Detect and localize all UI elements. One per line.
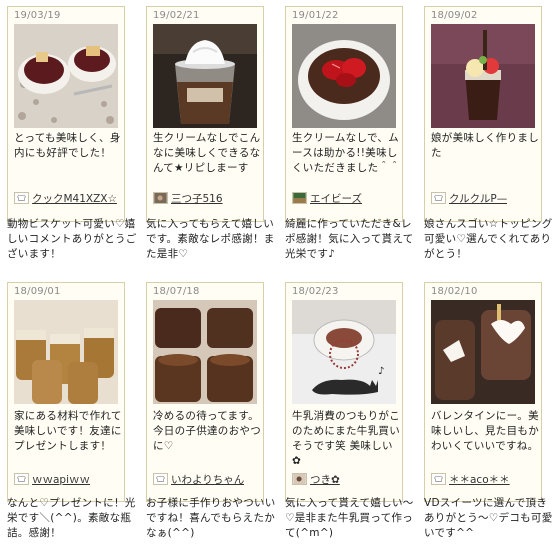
mousse-with-fruit-topping-photo [431, 24, 535, 128]
mousse-with-animal-biscuits-photo [14, 24, 118, 128]
tsukurepo-item: 18/02/10 バレンタインにー。美味しいし、見た目もかわいくていいですね。 … [424, 282, 552, 539]
photo-avatar-icon [292, 192, 307, 204]
author-reply: 綺麗に作っていただき&レポ感謝！気に入って貰えて光栄です♪ [285, 218, 414, 260]
user-name-link[interactable]: エイビーズ [310, 191, 362, 206]
report-photo[interactable] [153, 24, 257, 128]
report-user[interactable]: ＊＊aco＊＊ [431, 471, 539, 487]
report-date: 19/02/21 [153, 10, 200, 21]
svg-text:♪: ♪ [378, 366, 384, 377]
report-user[interactable]: エイビーズ [292, 190, 400, 206]
tsukurepo-card[interactable]: 18/09/02 娘が美味しく作りました クルクルP— [424, 6, 542, 222]
report-comment: 生クリームなしでこんなに美味しくできるなんて★リピしまーす [153, 132, 261, 174]
report-photo[interactable] [431, 24, 535, 128]
report-date: 18/09/01 [14, 286, 61, 297]
photo-avatar-icon [153, 192, 168, 204]
tsukurepo-item: 18/07/18 冷めるの待ってます。今日の子供達のおやつに♡ いわよりちゃん [146, 282, 275, 539]
tsukurepo-card[interactable]: 18/02/23 ♪ 牛乳消費のつもりがこのためにまた牛乳買いそうです笑 美味し… [285, 282, 403, 502]
tsukurepo-item: 19/02/21 生クリームなしでこんなに美味しくできるなんて★リピしまーす 三… [146, 6, 274, 260]
author-reply: 娘さんスゴい☆トッピング可愛い♡選んでくれてありがとう！ [424, 218, 553, 260]
valentine-mousse-cups-photo [431, 300, 535, 404]
tsukurepo-card[interactable]: 19/02/21 生クリームなしでこんなに美味しくできるなんて★リピしまーす 三… [146, 6, 264, 222]
author-reply: なんと♡プレゼントに！光栄です＼(^^)。素敵な瓶詰。感謝！ [7, 497, 136, 539]
tsukurepo-item: 19/03/19 とっても美味しく、身内にも好評でした！ クックM41XZX☆ … [7, 6, 136, 260]
tsukurepo-item: 18/09/02 娘が美味しく作りました クルクルP— 娘さんスゴい☆トッピング… [424, 6, 552, 260]
mousse-with-strawberries-photo [292, 24, 396, 128]
report-photo[interactable]: ♪ [292, 300, 396, 404]
mousse-in-glass-jars-photo [14, 300, 118, 404]
user-name-link[interactable]: いわよりちゃん [171, 472, 244, 487]
report-date: 18/07/18 [153, 286, 200, 297]
author-reply: VDスイーツに選んで頂きありがとう〜♡デコも可愛いです^^ [424, 497, 553, 539]
tsukurepo-item: 18/09/01 家にある材料で作れて美味しいです！友達にプレゼントします！ ｗ… [7, 282, 135, 539]
tsukurepo-grid: 19/03/19 とっても美味しく、身内にも好評でした！ クックM41XZX☆ … [0, 0, 560, 551]
report-date: 19/01/22 [292, 10, 339, 21]
mousse-glass-with-cat-design-photo: ♪ [292, 300, 396, 404]
author-reply: 気に入ってもらえて嬉しいです。素敵なレポ感謝！また是非♡ [146, 218, 275, 260]
report-date: 18/09/02 [431, 10, 478, 21]
report-user[interactable]: クックM41XZX☆ [14, 190, 122, 206]
chef-hat-icon [14, 192, 29, 204]
mousse-in-glass-cups-photo [153, 300, 257, 404]
report-user[interactable]: 三つ子516 [153, 190, 261, 206]
user-name-link[interactable]: クルクルP— [449, 191, 507, 206]
report-date: 18/02/23 [292, 286, 339, 297]
photo-avatar-icon [292, 473, 307, 485]
user-name-link[interactable]: ｗｗapiｗｗ [32, 472, 90, 487]
chef-hat-icon [431, 192, 446, 204]
tsukurepo-card[interactable]: 18/09/01 家にある材料で作れて美味しいです！友達にプレゼントします！ ｗ… [7, 282, 125, 502]
tsukurepo-card[interactable]: 19/03/19 とっても美味しく、身内にも好評でした！ クックM41XZX☆ [7, 6, 125, 222]
user-name-link[interactable]: 三つ子516 [171, 191, 223, 206]
report-photo[interactable] [14, 300, 118, 404]
report-photo[interactable] [431, 300, 535, 404]
tsukurepo-item: 18/02/23 ♪ 牛乳消費のつもりがこのためにまた牛乳買いそうです笑 美味し… [285, 282, 413, 539]
report-date: 18/02/10 [431, 286, 478, 297]
report-comment: 娘が美味しく作りました [431, 132, 539, 159]
author-reply: 気に入って貰えて嬉しい〜♡是非また牛乳買って作って(^m^) [285, 497, 414, 539]
user-name-link[interactable]: ＊＊aco＊＊ [449, 472, 510, 487]
tsukurepo-card[interactable]: 18/07/18 冷めるの待ってます。今日の子供達のおやつに♡ いわよりちゃん [146, 282, 264, 502]
report-photo[interactable] [14, 24, 118, 128]
report-user[interactable]: クルクルP— [431, 190, 539, 206]
report-user[interactable]: いわよりちゃん [153, 471, 261, 487]
tsukurepo-card[interactable]: 19/01/22 生クリームなしで、ムースは助かる!!美味しくいただきました＾＾ [285, 6, 403, 222]
report-comment: バレンタインにー。美味しいし、見た目もかわいくていいですね。 [431, 410, 539, 452]
report-comment: 冷めるの待ってます。今日の子供達のおやつに♡ [153, 410, 261, 452]
mousse-cup-with-whipped-cream-photo [153, 24, 257, 128]
report-user[interactable]: ｗｗapiｗｗ [14, 471, 122, 487]
report-photo[interactable] [153, 300, 257, 404]
author-reply: 動物ビスケット可愛い♡嬉しいコメントありがとうございます！ [7, 218, 137, 260]
report-comment: 生クリームなしで、ムースは助かる!!美味しくいただきました＾＾ [292, 132, 400, 174]
report-date: 19/03/19 [14, 10, 61, 21]
author-reply: お子様に手作りおやついいですね！喜んでもらえたかなぁ(^^) [146, 497, 276, 539]
chef-hat-icon [153, 473, 168, 485]
chef-hat-icon [14, 473, 29, 485]
tsukurepo-card[interactable]: 18/02/10 バレンタインにー。美味しいし、見た目もかわいくていいですね。 … [424, 282, 542, 502]
user-name-link[interactable]: つき✿ [310, 472, 340, 487]
report-user[interactable]: つき✿ [292, 471, 400, 487]
report-comment: 家にある材料で作れて美味しいです！友達にプレゼントします！ [14, 410, 122, 452]
report-comment: とっても美味しく、身内にも好評でした！ [14, 132, 121, 159]
report-comment: 牛乳消費のつもりがこのためにまた牛乳買いそうです笑 美味しい✿ [292, 410, 400, 467]
tsukurepo-item: 19/01/22 生クリームなしで、ムースは助かる!!美味しくいただきました＾＾ [285, 6, 413, 260]
chef-hat-icon [431, 473, 446, 485]
report-photo[interactable] [292, 24, 396, 128]
user-name-link[interactable]: クックM41XZX☆ [32, 191, 117, 206]
